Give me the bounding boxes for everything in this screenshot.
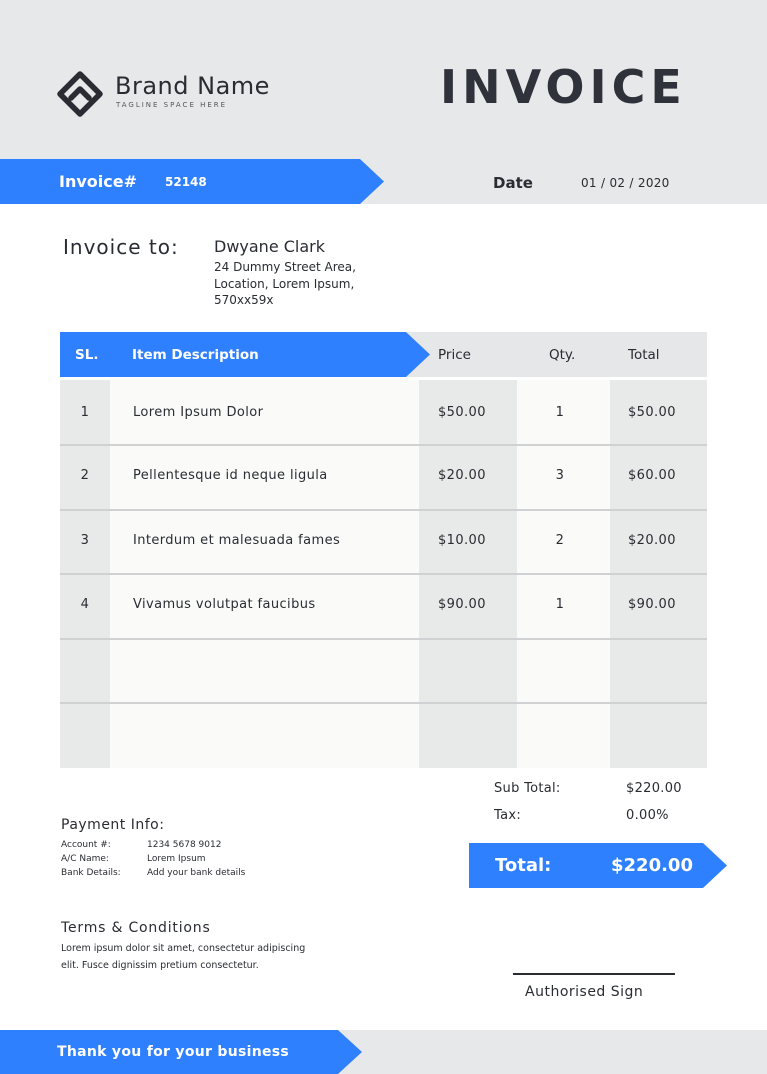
row-total: $20.00 [628,533,676,548]
row-price: $50.00 [438,405,486,420]
terms-title: Terms & Conditions [61,920,211,936]
subtotal-value: $220.00 [626,781,682,796]
date-label: Date [493,174,533,192]
brand-tagline: TAGLINE SPACE HERE [116,101,228,109]
row-description: Lorem Ipsum Dolor [133,405,264,420]
row-divider [60,638,707,640]
row-price: $10.00 [438,533,486,548]
total-label: Total: [495,855,552,876]
payment-label: Bank Details: [61,868,121,878]
payment-label: A/C Name: [61,854,109,864]
payment-info-title: Payment Info: [61,817,165,833]
row-qty: 3 [555,468,565,483]
payment-value: 1234 5678 9012 [147,840,222,850]
row-description: Vivamus volutpat faucibus [133,597,316,612]
header-description: Item Description [132,347,259,363]
tax-value: 0.00% [626,808,669,823]
row-qty: 1 [555,405,565,420]
signature-label: Authorised Sign [525,984,644,1000]
row-sl: 4 [80,597,90,612]
tax-label: Tax: [494,808,522,823]
row-divider [60,702,707,704]
header-qty: Qty. [549,347,576,363]
row-total: $90.00 [628,597,676,612]
row-divider [60,509,707,511]
invoice-number: 52148 [165,175,207,189]
row-price: $20.00 [438,468,486,483]
terms-line: Lorem ipsum dolor sit amet, consectetur … [61,943,306,954]
header-sl: SL. [75,347,99,363]
bill-to-label: Invoice to: [63,235,179,259]
invoice-number-label: Invoice# [59,172,137,191]
row-sl: 2 [80,468,90,483]
address-line: Location, Lorem Ipsum, [214,276,355,291]
footer-thank-you: Thank you for your business [57,1044,290,1060]
row-sl: 3 [80,533,90,548]
row-qty: 1 [555,597,565,612]
payment-label: Account #: [61,840,111,850]
bill-to-name: Dwyane Clark [214,237,326,256]
document-title: INVOICE [440,60,687,114]
brand-name: Brand Name [115,72,270,100]
signature-line [513,973,675,975]
row-price: $90.00 [438,597,486,612]
row-divider [60,444,707,446]
payment-value: Add your bank details [147,868,246,878]
row-total: $50.00 [628,405,676,420]
row-description: Interdum et malesuada fames [133,533,341,548]
row-total: $60.00 [628,468,676,483]
brand-logo-icon [57,71,103,117]
address-line: 24 Dummy Street Area, [214,260,356,274]
payment-value: Lorem Ipsum [147,854,206,864]
header-total: Total [628,347,660,363]
row-sl: 1 [80,405,90,420]
row-qty: 2 [555,533,565,548]
terms-text: Lorem ipsum dolor sit amet, consectetur … [61,940,381,974]
invoice-date: 01 / 02 / 2020 [581,176,670,190]
address-line: 570xx59x [214,293,274,307]
row-description: Pellentesque id neque ligula [133,468,328,483]
terms-line: elit. Fusce dignissim pretium consectetu… [61,960,259,971]
bill-to-address: 24 Dummy Street Area, Location, Lorem Ip… [214,259,356,309]
subtotal-label: Sub Total: [494,781,561,796]
total-value: $220.00 [611,855,693,876]
header-price: Price [438,347,471,363]
row-divider [60,573,707,575]
